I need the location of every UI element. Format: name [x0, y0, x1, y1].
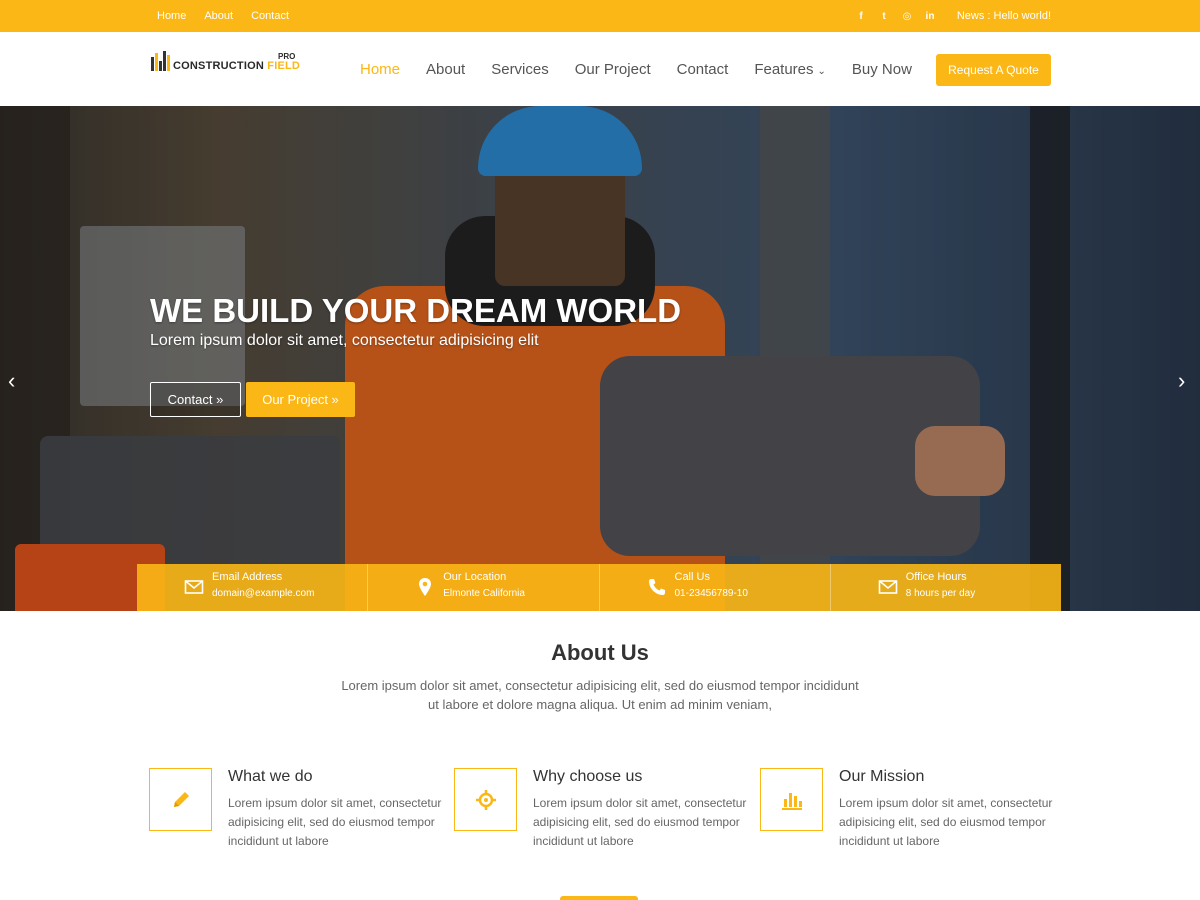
map-marker-icon: [419, 578, 432, 596]
hero-background-image: [0, 106, 1200, 611]
logo-badge: PRO: [278, 52, 296, 61]
feature-what-we-do: What we do Lorem ipsum dolor sit amet, c…: [149, 768, 449, 858]
feature-text: Lorem ipsum dolor sit amet, consectetur …: [839, 796, 1053, 848]
pencil-icon: [173, 791, 189, 807]
feature-title: Why choose us: [533, 768, 643, 785]
info-email-title: Email Address: [212, 571, 283, 583]
crosshair-icon: [475, 789, 496, 810]
info-location: Our Location Elmonte California: [368, 564, 600, 611]
site-header: CONSTRUCTION FIELD PRO Home About Servic…: [0, 32, 1200, 106]
about-title: About Us: [551, 640, 649, 665]
info-location-value: Elmonte California: [443, 588, 525, 599]
slider-next-arrow-icon[interactable]: ›: [1178, 368, 1185, 394]
hero-our-project-button[interactable]: Our Project »: [246, 382, 355, 417]
bar-chart-icon: [781, 792, 802, 810]
info-hours-value: 8 hours per day: [905, 588, 976, 599]
phone-icon: [648, 579, 665, 595]
feature-title: What we do: [228, 768, 313, 785]
logo-brand-dark: CONSTRUCTION: [173, 60, 265, 72]
top-link-contact[interactable]: Contact: [251, 10, 289, 22]
social-links: f t ◎ in: [855, 0, 936, 32]
feature-text: Lorem ipsum dolor sit amet, consectetur …: [228, 796, 442, 848]
chevron-down-icon: ⌄: [817, 65, 826, 77]
slider-prev-arrow-icon[interactable]: ‹: [8, 368, 15, 394]
logo-text: CONSTRUCTION FIELD: [173, 60, 300, 72]
instagram-icon[interactable]: ◎: [901, 11, 913, 22]
about-text: Lorem ipsum dolor sit amet, consectetur …: [341, 678, 859, 712]
hero-headline: WE BUILD YOUR DREAM WORLD: [150, 292, 682, 329]
envelope-icon: [184, 580, 204, 594]
site-logo[interactable]: CONSTRUCTION FIELD PRO: [151, 49, 301, 79]
info-call-title: Call Us: [674, 571, 710, 583]
request-quote-button[interactable]: Request A Quote: [936, 54, 1051, 86]
facebook-icon[interactable]: f: [855, 11, 867, 22]
contact-info-bar: Email Address domain@example.com Our Loc…: [137, 564, 1061, 611]
info-email-value: domain@example.com: [212, 588, 315, 599]
hero-slider: WE BUILD YOUR DREAM WORLD Lorem ipsum do…: [0, 106, 1200, 611]
main-nav: Home About Services Our Project Contact …: [360, 32, 912, 106]
top-link-about[interactable]: About: [204, 10, 233, 22]
top-link-home[interactable]: Home: [157, 10, 186, 22]
news-ticker[interactable]: News : Hello world!: [957, 0, 1051, 32]
info-call: Call Us 01-23456789-10: [600, 564, 831, 611]
nav-item-contact[interactable]: Contact: [677, 61, 729, 78]
nav-item-features[interactable]: Features ⌄: [754, 61, 826, 78]
feature-our-mission: Our Mission Lorem ipsum dolor sit amet, …: [760, 768, 1060, 858]
feature-why-choose-us: Why choose us Lorem ipsum dolor sit amet…: [454, 768, 754, 858]
nav-item-about[interactable]: About: [426, 61, 465, 78]
logo-bars-icon: [151, 51, 171, 71]
feature-icon-box: [149, 768, 212, 831]
top-links: Home About Contact: [157, 0, 289, 32]
nav-item-features-label: Features: [754, 60, 814, 78]
envelope-icon: [878, 580, 898, 594]
nav-item-home[interactable]: Home: [360, 61, 400, 78]
info-call-value: 01-23456789-10: [674, 588, 748, 599]
feature-title: Our Mission: [839, 768, 925, 785]
nav-item-services[interactable]: Services: [491, 61, 549, 78]
feature-icon-box: [454, 768, 517, 831]
hero-subheading: Lorem ipsum dolor sit amet, consectetur …: [150, 332, 539, 349]
hero-contact-button[interactable]: Contact »: [150, 382, 241, 417]
info-hours: Office Hours 8 hours per day: [831, 564, 1061, 611]
info-location-title: Our Location: [443, 571, 507, 583]
feature-text: Lorem ipsum dolor sit amet, consectetur …: [533, 796, 747, 848]
top-bar: Home About Contact f t ◎ in News : Hello…: [0, 0, 1200, 32]
read-more-button[interactable]: [560, 896, 638, 900]
info-email: Email Address domain@example.com: [137, 564, 369, 611]
feature-icon-box: [760, 768, 823, 831]
info-hours-title: Office Hours: [905, 571, 967, 583]
logo-brand-accent: FIELD: [267, 60, 301, 72]
twitter-icon[interactable]: t: [878, 11, 890, 22]
linkedin-icon[interactable]: in: [924, 11, 936, 22]
nav-item-buy-now[interactable]: Buy Now: [852, 61, 912, 78]
nav-item-our-project[interactable]: Our Project: [575, 61, 651, 78]
